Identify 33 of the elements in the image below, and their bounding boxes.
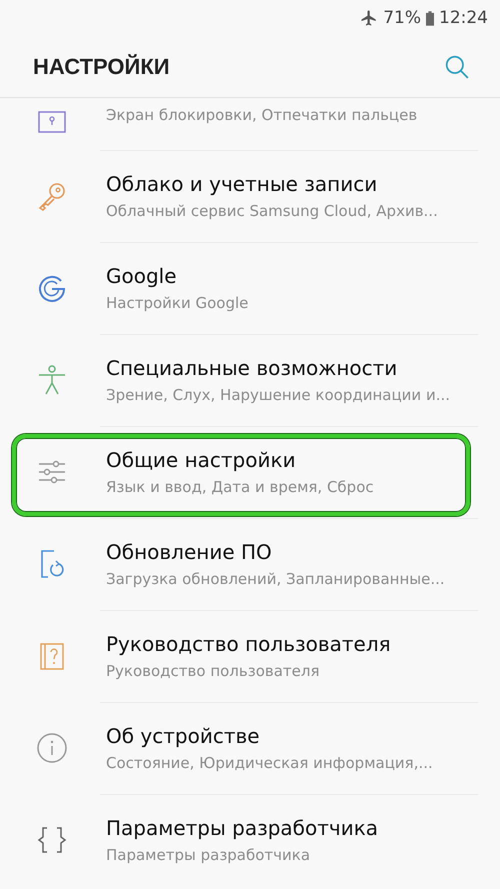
item-subtitle: Настройки Google — [106, 294, 248, 312]
settings-item[interactable]: Облако и учетные записи Облачный сервис Samsung Cloud, Архив... — [0, 150, 500, 242]
settings-item[interactable]: Руководство пользователя Руководство пользователя — [0, 610, 500, 702]
settings-item[interactable]: Google Настройки Google — [0, 242, 500, 334]
info-circle-icon — [36, 732, 68, 764]
clock-time: 12:24 — [439, 8, 488, 28]
item-subtitle: Параметры разработчика — [106, 846, 312, 864]
item-subtitle: Экран блокировки, Отпечатки пальцев — [106, 106, 418, 124]
settings-item[interactable]: Обновление ПО Загрузка обновлений, Запланированные... — [0, 518, 500, 610]
person-figure-icon — [36, 364, 68, 396]
item-title: Обновление ПО — [106, 540, 273, 564]
battery-icon — [426, 10, 434, 26]
item-title: Google — [106, 264, 178, 288]
item-title: Параметры разработчика — [106, 816, 378, 840]
item-title: Об устройстве — [106, 724, 261, 748]
item-title: Облако и учетные записи — [106, 172, 378, 196]
settings-item[interactable]: Общие настройки Язык и ввод, Дата и время, Сброс — [0, 426, 500, 518]
item-subtitle: Язык и ввод, Дата и время, Сброс — [106, 478, 374, 496]
battery-percent: 71% — [383, 8, 421, 28]
settings-item[interactable]: Об устройстве Состояние, Юридическая информация,... — [0, 702, 500, 794]
settings-item[interactable]: Специальные возможности Зрение, Слух, Нарушение координации и... — [0, 334, 500, 426]
item-subtitle: Загрузка обновлений, Запланированные... — [106, 570, 445, 588]
item-subtitle: Зрение, Слух, Нарушение координации и... — [106, 386, 450, 404]
search-icon[interactable] — [444, 54, 470, 80]
item-title: Специальные возможности — [106, 356, 398, 380]
item-subtitle: Облачный сервис Samsung Cloud, Архив... — [106, 202, 438, 220]
settings-item[interactable]: Параметры разработчика Параметры разработчика — [0, 794, 500, 886]
item-title: Руководство пользователя — [106, 632, 391, 656]
page-title: НАСТРОЙКИ — [33, 54, 170, 80]
key-icon — [36, 180, 68, 212]
item-subtitle: Руководство пользователя — [106, 662, 320, 680]
item-subtitle: Состояние, Юридическая информация,... — [106, 754, 433, 772]
item-title: Общие настройки — [106, 448, 297, 472]
